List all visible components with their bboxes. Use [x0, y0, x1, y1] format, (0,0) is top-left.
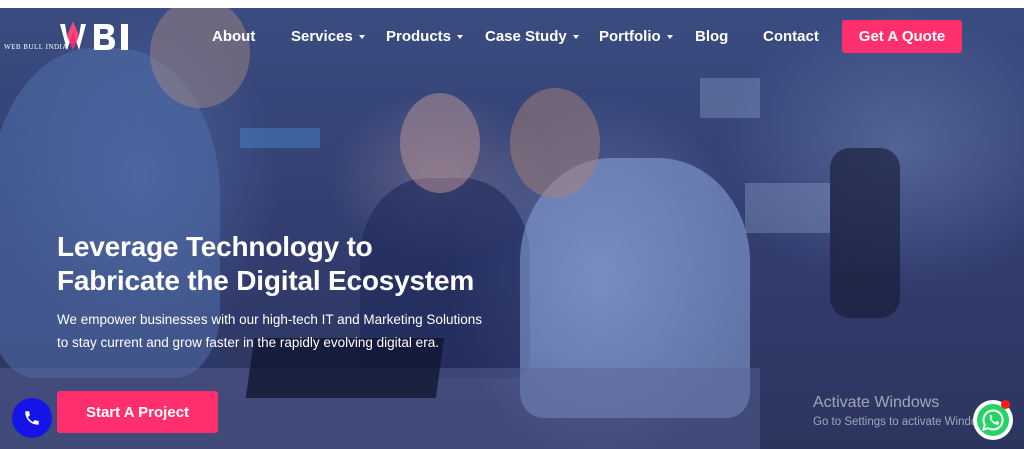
notification-dot [1001, 400, 1010, 409]
hero-image-head-left [150, 8, 250, 108]
hero-headline-line1: Leverage Technology to [57, 231, 373, 262]
nav-item-label: About [212, 28, 256, 45]
hero-image-head-center [400, 93, 480, 193]
nav-item-label: Products [386, 28, 452, 45]
nav-item-products[interactable]: Products [386, 28, 464, 45]
start-a-project-button[interactable]: Start A Project [57, 391, 218, 433]
nav-item-case-study[interactable]: Case Study [485, 28, 579, 45]
hero-image-monitor [700, 78, 760, 118]
chevron-down-icon [666, 35, 673, 40]
nav-item-services[interactable]: Services [291, 28, 365, 45]
chevron-down-icon [572, 35, 579, 40]
nav-item-label: Services [291, 28, 353, 45]
hero-headline-line2: Fabricate the Digital Ecosystem [57, 265, 475, 296]
nav-item-label: Blog [695, 28, 729, 45]
activate-windows-watermark: Activate Windows Go to Settings to activ… [813, 394, 995, 428]
nav-item-contact[interactable]: Contact [763, 28, 819, 45]
nav-item-blog[interactable]: Blog [695, 28, 728, 45]
whatsapp-button[interactable] [973, 400, 1013, 440]
watermark-title: Activate Windows [813, 394, 940, 411]
logo-wordmark: WEB BULL INDIA [4, 43, 68, 51]
nav-item-label: Portfolio [599, 28, 661, 45]
get-a-quote-button[interactable]: Get A Quote [842, 20, 962, 53]
nav-item-about[interactable]: About [212, 28, 255, 45]
nav-item-portfolio[interactable]: Portfolio [599, 28, 673, 45]
chevron-down-icon [358, 35, 365, 40]
hero-section [0, 8, 1024, 449]
hero-headline: Leverage Technology to Fabricate the Dig… [57, 230, 474, 298]
chevron-down-icon [457, 35, 464, 40]
hero-image-screen [240, 128, 320, 148]
hero-image-chair [830, 148, 900, 318]
hero-image-head-right [510, 88, 600, 198]
hero-image-monitor-2 [745, 183, 830, 233]
phone-icon [25, 411, 39, 425]
call-button[interactable] [12, 398, 52, 438]
watermark-subtitle: Go to Settings to activate Windows. [813, 416, 995, 428]
nav-item-label: Case Study [485, 28, 567, 45]
logo-mark-icon [60, 22, 128, 50]
nav-item-label: Contact [763, 28, 819, 45]
hero-subtext: We empower businesses with our high-tech… [57, 312, 482, 350]
